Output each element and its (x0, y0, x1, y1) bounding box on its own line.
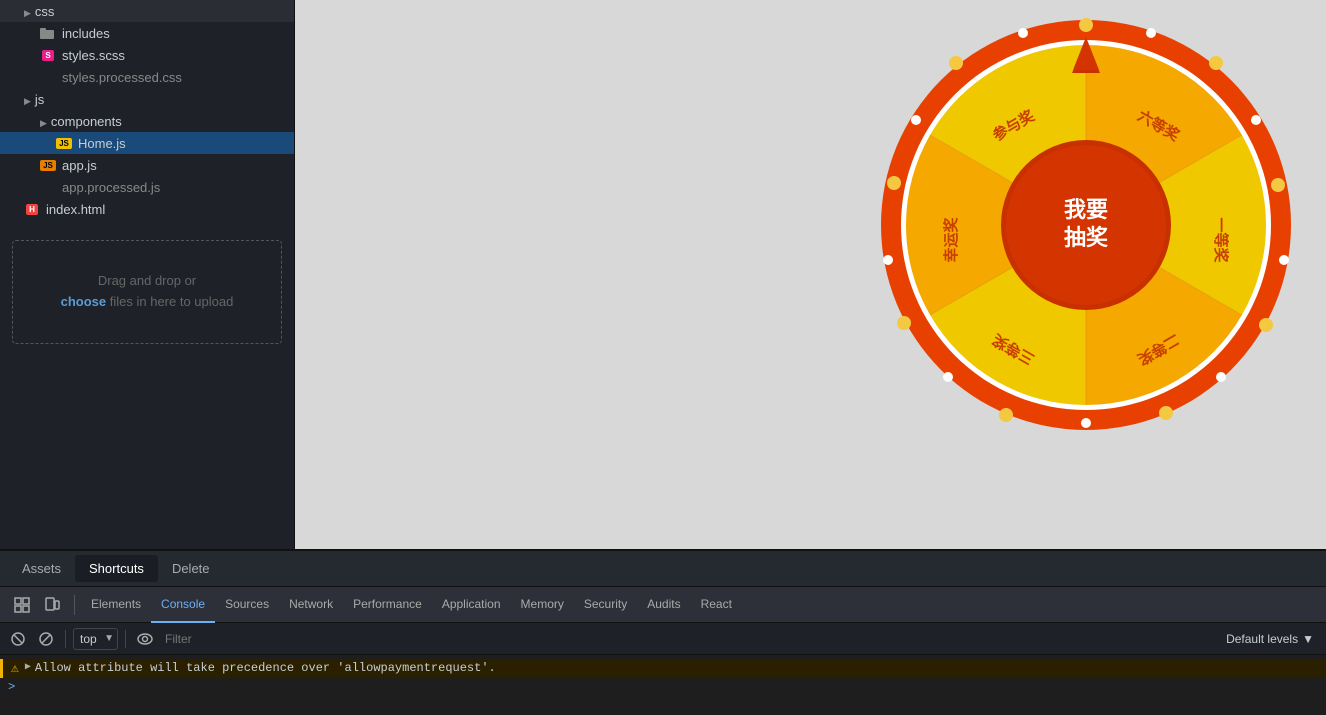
plain-file-icon (40, 179, 56, 195)
svg-text:一等奖: 一等奖 (1212, 217, 1230, 263)
tab-sources[interactable]: Sources (215, 587, 279, 623)
html-file-icon: H (24, 201, 40, 217)
drag-drop-text1: Drag and drop or (98, 273, 196, 288)
tab-shortcuts[interactable]: Shortcuts (75, 555, 158, 582)
sidebar-item-includes[interactable]: includes (0, 22, 294, 44)
clear-console-icon[interactable] (6, 627, 30, 651)
sidebar-item-label: components (51, 114, 122, 129)
svg-text:幸运奖: 幸运奖 (942, 217, 960, 263)
sidebar-item-styles-scss[interactable]: S styles.scss (0, 44, 294, 66)
console-output: ⚠ ▶ Allow attribute will take precedence… (0, 655, 1326, 715)
console-toolbar: top ▼ Default levels ▼ (0, 623, 1326, 655)
file-tree: css includes S styles.scss styles.proces… (0, 0, 295, 549)
tab-memory[interactable]: Memory (511, 587, 574, 623)
default-levels-btn[interactable]: Default levels ▼ (1220, 630, 1320, 648)
sidebar-item-label: styles.scss (62, 48, 125, 63)
preview-area: 六等奖 一等奖 二等奖 三等奖 幸运奖 参与奖 我要 抽奖 (295, 0, 1326, 549)
sidebar-item-label: app.processed.js (62, 180, 160, 195)
svg-text:抽奖: 抽奖 (1064, 225, 1109, 250)
separator (125, 630, 126, 648)
sidebar-item-components[interactable]: components (0, 110, 294, 132)
console-warning-row: ⚠ ▶ Allow attribute will take precedence… (0, 659, 1326, 678)
folder-icon (40, 114, 51, 129)
filter-input[interactable] (161, 630, 1216, 648)
sidebar-item-js[interactable]: js (0, 88, 294, 110)
sidebar-item-index-html[interactable]: H index.html (0, 198, 294, 220)
sidebar-item-styles-processed[interactable]: styles.processed.css (0, 66, 294, 88)
tab-react[interactable]: React (691, 587, 742, 623)
tab-elements[interactable]: Elements (81, 587, 151, 623)
js-file-icon: JS (56, 135, 72, 151)
sidebar-item-home-js[interactable]: JS Home.js (0, 132, 294, 154)
drag-drop-choose: choose (61, 294, 107, 309)
sidebar-item-app-js[interactable]: JS app.js (0, 154, 294, 176)
inspect-icon[interactable] (8, 591, 36, 619)
drag-drop-text2: files in here to upload (110, 294, 234, 309)
block-icon[interactable] (34, 627, 58, 651)
device-icon[interactable] (38, 591, 66, 619)
warning-icon: ⚠ (11, 661, 19, 676)
tab-delete[interactable]: Delete (158, 555, 224, 582)
sidebar-item-label: index.html (46, 202, 105, 217)
separator (65, 630, 66, 648)
tab-assets[interactable]: Assets (8, 555, 75, 582)
prompt-icon: > (8, 680, 15, 694)
expand-arrow-icon[interactable]: ▶ (25, 661, 31, 673)
folder-icon (40, 25, 56, 41)
bottom-panel: Assets Shortcuts Delete Elements Console… (0, 549, 1326, 715)
tab-application[interactable]: Application (432, 587, 511, 623)
sidebar-item-label: js (35, 92, 44, 107)
prize-wheel: 六等奖 一等奖 二等奖 三等奖 幸运奖 参与奖 我要 抽奖 (876, 15, 1296, 435)
sidebar-item-label: includes (62, 26, 110, 41)
sidebar-item-app-processed[interactable]: app.processed.js (0, 176, 294, 198)
folder-icon (24, 4, 35, 19)
js-file-icon-orange: JS (40, 157, 56, 173)
console-input[interactable] (21, 680, 1318, 694)
chevron-down-icon: ▼ (1302, 632, 1314, 646)
sidebar-item-label: app.js (62, 158, 97, 173)
devtools-tabs: Elements Console Sources Network Perform… (0, 587, 1326, 623)
folder-icon (24, 92, 35, 107)
console-prompt-row[interactable]: > (0, 678, 1326, 696)
tab-security[interactable]: Security (574, 587, 637, 623)
wheel-container: 六等奖 一等奖 二等奖 三等奖 幸运奖 参与奖 我要 抽奖 (876, 10, 1296, 440)
tab-console[interactable]: Console (151, 587, 215, 623)
sidebar-item-label: styles.processed.css (62, 70, 182, 85)
svg-text:我要: 我要 (1064, 197, 1108, 222)
context-select-wrap: top ▼ (73, 628, 118, 650)
tab-network[interactable]: Network (279, 587, 343, 623)
separator (74, 595, 75, 615)
scss-file-icon: S (40, 47, 56, 63)
warning-message: Allow attribute will take precedence ove… (35, 661, 496, 675)
tab-audits[interactable]: Audits (637, 587, 690, 623)
drag-drop-area[interactable]: Drag and drop or choose files in here to… (12, 240, 282, 344)
default-levels-label: Default levels (1226, 632, 1298, 646)
sidebar-item-label: css (35, 4, 55, 19)
sidebar-item-css[interactable]: css (0, 0, 294, 22)
eye-icon[interactable] (133, 627, 157, 651)
asset-tabs: Assets Shortcuts Delete (0, 551, 1326, 587)
sidebar-item-label: Home.js (78, 136, 126, 151)
css-file-icon (40, 69, 56, 85)
tab-performance[interactable]: Performance (343, 587, 432, 623)
context-select[interactable]: top (73, 628, 118, 650)
